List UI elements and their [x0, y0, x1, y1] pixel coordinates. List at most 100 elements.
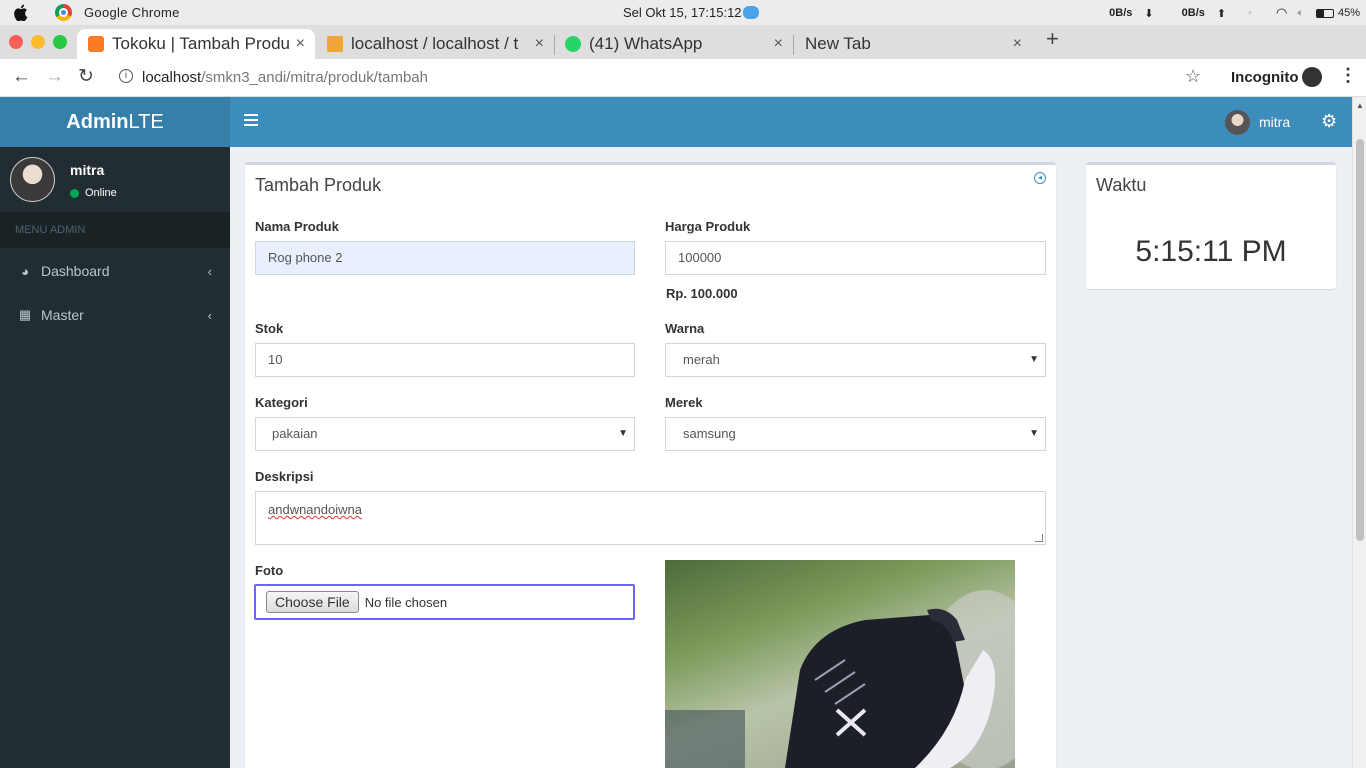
kategori-selected-value: pakaian: [272, 426, 318, 441]
tab-strip: Tokoku | Tambah Produk × localhost / loc…: [0, 25, 1366, 59]
back-arrow-icon[interactable]: ←: [12, 67, 31, 87]
file-status-text: No file chosen: [364, 594, 448, 610]
battery-percent: 45%: [1337, 7, 1360, 19]
xampp-favicon-icon: [88, 36, 104, 52]
tab-phpmyadmin[interactable]: localhost / localhost / t ×: [318, 29, 554, 59]
sidebar: mitra Online MENU ADMIN ◕ Dashboard ‹ ▦ …: [0, 147, 230, 768]
tab-title: (41) WhatsApp: [589, 34, 703, 53]
tab-whatsapp[interactable]: (41) WhatsApp ×: [557, 29, 793, 59]
sidebar-toggle-icon[interactable]: [244, 114, 258, 126]
tab-title: New Tab: [805, 34, 871, 53]
foto-label: Foto: [255, 563, 284, 578]
nama-produk-label: Nama Produk: [255, 219, 339, 234]
warna-label: Warna: [665, 321, 705, 336]
chevron-left-icon: ‹: [207, 263, 212, 279]
chevron-left-icon: ‹: [207, 307, 212, 323]
battery-icon[interactable]: [1315, 8, 1334, 18]
user-avatar[interactable]: [1225, 110, 1250, 135]
nama-produk-input[interactable]: Rog phone 2: [255, 241, 635, 275]
sync-icon[interactable]: ◦: [1248, 7, 1252, 19]
top-navbar: mitra ⚙: [230, 97, 1352, 147]
minimize-window-button[interactable]: [31, 35, 45, 49]
table-icon: ▦: [18, 307, 32, 322]
logo-bold: Admin: [66, 111, 129, 133]
tab-close-icon[interactable]: ×: [296, 35, 305, 53]
chrome-icon: [55, 4, 72, 21]
merek-select[interactable]: samsung ▼: [665, 417, 1046, 451]
tab-separator: [554, 35, 555, 55]
sidebar-item-master[interactable]: ▦ Master ‹: [0, 293, 230, 337]
reload-icon[interactable]: ↻: [78, 67, 94, 87]
phpmyadmin-favicon-icon: [327, 36, 343, 52]
net-down-value: 0B/s: [1109, 7, 1133, 19]
close-window-button[interactable]: [9, 35, 23, 49]
maximize-window-button[interactable]: [53, 35, 67, 49]
address-bar: ← → ↻ i localhost/smkn3_andi/mitra/produ…: [0, 59, 1366, 97]
merek-label: Merek: [665, 395, 703, 410]
online-dot-icon: [70, 188, 79, 198]
tab-separator: [793, 35, 794, 55]
url-field[interactable]: localhost/smkn3_andi/mitra/produk/tambah: [142, 69, 428, 86]
app-logo[interactable]: AdminLTE: [0, 97, 230, 147]
messages-icon[interactable]: [743, 6, 759, 19]
choose-file-button[interactable]: Choose File: [266, 591, 359, 613]
macos-menu-bar: Google Chrome Sel Okt 15, 17:15:12 0B/s …: [0, 0, 1366, 25]
sidebar-avatar: [10, 157, 55, 202]
download-arrow-icon: ⬇: [1144, 7, 1154, 20]
incognito-icon[interactable]: [1302, 67, 1322, 87]
scrollbar-thumb[interactable]: [1356, 139, 1364, 541]
tab-close-icon[interactable]: ×: [535, 35, 544, 53]
resize-grip-icon[interactable]: [1035, 534, 1043, 542]
gears-icon[interactable]: ⚙: [1321, 111, 1337, 132]
url-host: localhost: [142, 69, 202, 86]
net-up-value: 0B/s: [1181, 7, 1205, 19]
deskripsi-label: Deskripsi: [255, 469, 314, 484]
form-title: Tambah Produk: [255, 175, 382, 195]
tab-close-icon[interactable]: ×: [1013, 35, 1022, 53]
system-clock[interactable]: Sel Okt 15, 17:15:12: [623, 5, 742, 20]
dashboard-icon: ◕: [21, 263, 29, 279]
tab-new-tab[interactable]: New Tab ×: [796, 29, 1032, 59]
tab-close-icon[interactable]: ×: [774, 35, 783, 53]
tab-tokoku[interactable]: Tokoku | Tambah Produk ×: [77, 29, 315, 59]
deskripsi-textarea[interactable]: andwnandoiwna: [255, 491, 1046, 545]
dropdown-arrow-icon: ▼: [1029, 354, 1039, 365]
dropdown-arrow-icon: ▼: [618, 428, 628, 439]
site-info-icon[interactable]: i: [119, 69, 133, 83]
warna-select[interactable]: merah ▼: [665, 343, 1046, 377]
collapse-icon[interactable]: ◂: [1034, 172, 1046, 184]
chrome-menu-icon[interactable]: ⋮: [1339, 65, 1357, 86]
warna-selected-value: merah: [683, 352, 720, 367]
harga-produk-input[interactable]: 100000: [665, 241, 1046, 275]
incognito-label: Incognito: [1231, 69, 1299, 86]
sidebar-item-label: Dashboard: [41, 263, 110, 279]
navbar-user-name[interactable]: mitra: [1259, 114, 1290, 130]
logo-rest: LTE: [128, 111, 164, 133]
harga-produk-label: Harga Produk: [665, 219, 751, 234]
stok-input[interactable]: 10: [255, 343, 635, 377]
dropdown-arrow-icon: ▼: [1029, 428, 1039, 439]
product-photo: [665, 560, 1015, 768]
waktu-box: Waktu 5:15:11 PM: [1086, 162, 1336, 289]
kategori-label: Kategori: [255, 395, 308, 410]
page-scrollbar[interactable]: ▲: [1352, 97, 1366, 768]
url-path: /smkn3_andi/mitra/produk/tambah: [201, 69, 428, 86]
status-text: Online: [85, 187, 117, 199]
wifi-icon[interactable]: ◠: [1276, 5, 1287, 21]
stok-label: Stok: [255, 321, 284, 336]
apple-icon[interactable]: [14, 4, 30, 21]
bookmark-star-icon[interactable]: ☆: [1185, 66, 1201, 87]
new-tab-button[interactable]: +: [1046, 28, 1059, 50]
volume-icon[interactable]: 🔈︎: [1297, 7, 1304, 20]
tab-title: localhost / localhost / t: [351, 34, 519, 53]
sidebar-item-dashboard[interactable]: ◕ Dashboard ‹: [0, 249, 230, 293]
sidebar-user-name: mitra: [70, 162, 105, 178]
foto-file-input[interactable]: Choose File No file chosen: [254, 584, 635, 620]
whatsapp-favicon-icon: [565, 36, 581, 52]
scroll-up-arrow-icon[interactable]: ▲: [1356, 101, 1364, 110]
kategori-select[interactable]: pakaian ▼: [255, 417, 635, 451]
online-status: Online: [70, 187, 117, 199]
forward-arrow-icon[interactable]: →: [45, 67, 64, 87]
active-app-name[interactable]: Google Chrome: [84, 5, 180, 20]
merek-selected-value: samsung: [683, 426, 736, 441]
